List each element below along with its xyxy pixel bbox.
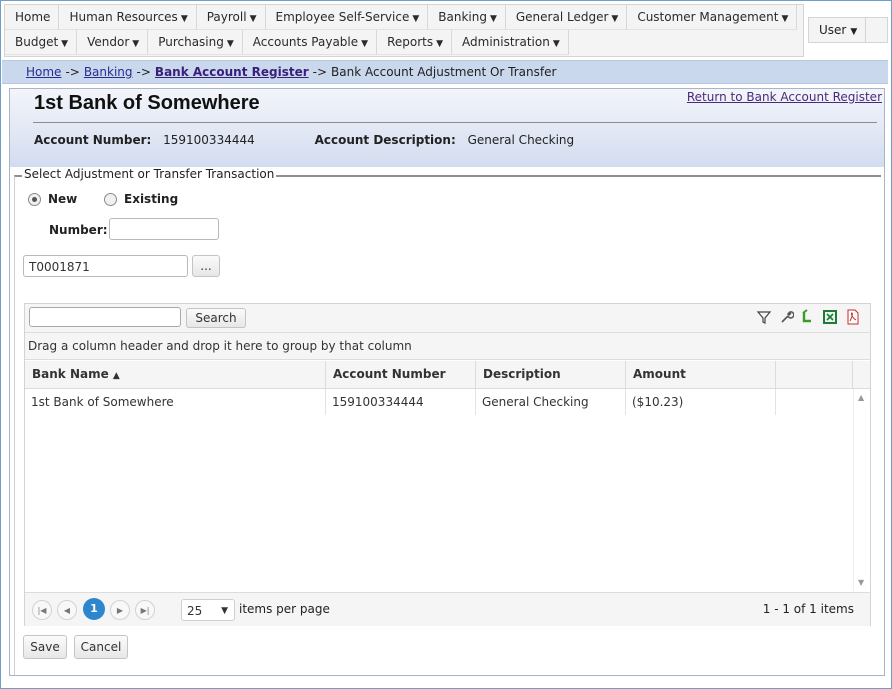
account-number-value: 159100334444 xyxy=(163,133,255,147)
radio-existing-label[interactable]: Existing xyxy=(124,192,178,206)
menu-row-2: Budget ▼ Vendor ▼ Purchasing ▼ Accounts Pay… xyxy=(5,30,569,55)
menu-row-1: Home Human Resources ▼ Payroll ▼ Employee … xyxy=(5,5,798,30)
page-title: 1st Bank of Somewhere xyxy=(34,92,260,114)
column-header-description[interactable]: Description xyxy=(476,361,626,388)
transaction-input[interactable]: T0001871 xyxy=(23,255,188,277)
column-header-amount[interactable]: Amount xyxy=(626,361,776,388)
breadcrumb-banking[interactable]: Banking xyxy=(84,65,133,79)
menu-administration[interactable]: Administration ▼ xyxy=(452,30,569,55)
first-page-icon[interactable]: |◀ xyxy=(32,600,52,620)
chevron-down-icon: ▼ xyxy=(221,606,228,616)
account-info: Account Number: 159100334444 Account Des… xyxy=(34,133,574,147)
refresh-icon[interactable] xyxy=(800,309,816,325)
breadcrumb-separator: -> xyxy=(136,65,151,79)
lookup-button[interactable]: ... xyxy=(192,255,220,277)
grid-search-input[interactable] xyxy=(29,307,181,327)
menu-customer-management[interactable]: Customer Management ▼ xyxy=(627,5,798,30)
account-description-value: General Checking xyxy=(467,133,575,147)
menu-purchasing[interactable]: Purchasing ▼ xyxy=(148,30,243,55)
chevron-down-icon: ▼ xyxy=(226,39,234,49)
radio-new[interactable] xyxy=(28,193,41,206)
excel-icon[interactable] xyxy=(822,309,838,325)
scroll-down-icon[interactable]: ▼ xyxy=(858,578,864,587)
column-header-account-number[interactable]: Account Number xyxy=(326,361,476,388)
breadcrumb-home[interactable]: Home xyxy=(26,65,61,79)
column-header-bank-name[interactable]: Bank Name ▲ xyxy=(25,361,326,388)
menu-home[interactable]: Home xyxy=(5,5,60,30)
user-menu-label[interactable]: User ▼ xyxy=(809,18,867,42)
breadcrumb-separator: -> xyxy=(312,65,328,79)
breadcrumb-bank-account-register[interactable]: Bank Account Register xyxy=(155,65,309,79)
menu-payroll[interactable]: Payroll ▼ xyxy=(196,5,266,30)
grid-pager: |◀ ◀ 1 ▶ ▶| 25 ▼ items per page 1 - 1 of … xyxy=(25,592,870,626)
chevron-down-icon: ▼ xyxy=(412,14,420,24)
cell-amount: ($10.23) xyxy=(626,389,776,415)
sort-ascending-icon: ▲ xyxy=(112,371,120,381)
current-page-button[interactable]: 1 xyxy=(83,598,105,620)
user-menu[interactable]: User ▼ xyxy=(808,17,888,43)
fieldset-legend: Select Adjustment or Transfer Transactio… xyxy=(22,167,277,181)
grid-header: Bank Name ▲ Account Number Description A… xyxy=(25,361,870,389)
menu-reports[interactable]: Reports ▼ xyxy=(377,30,453,55)
radio-existing[interactable] xyxy=(104,193,117,206)
return-to-register-link[interactable]: Return to Bank Account Register xyxy=(687,90,882,104)
menu-budget[interactable]: Budget ▼ xyxy=(5,30,78,55)
chevron-down-icon: ▼ xyxy=(132,39,140,49)
chevron-down-icon: ▼ xyxy=(781,14,789,24)
cell-bank-name: 1st Bank of Somewhere xyxy=(25,389,326,415)
menu-banking[interactable]: Banking ▼ xyxy=(428,5,506,30)
number-input[interactable] xyxy=(109,218,219,240)
menu-general-ledger[interactable]: General Ledger ▼ xyxy=(505,5,628,30)
breadcrumb: Home -> Banking -> Bank Account Register -> Ba… xyxy=(2,60,888,84)
column-header-spacer xyxy=(776,361,853,388)
radio-new-label[interactable]: New xyxy=(48,192,77,206)
pdf-icon[interactable] xyxy=(845,309,861,325)
menu-employee-self-service[interactable]: Employee Self-Service ▼ xyxy=(265,5,429,30)
chevron-down-icon: ▼ xyxy=(850,27,858,37)
chevron-down-icon: ▼ xyxy=(489,14,497,24)
menu-human-resources[interactable]: Human Resources ▼ xyxy=(59,5,197,30)
save-button[interactable]: Save xyxy=(23,635,67,659)
chevron-down-icon: ▼ xyxy=(61,39,69,49)
page-size-label: items per page xyxy=(239,602,330,616)
menu-vendor[interactable]: Vendor ▼ xyxy=(77,30,149,55)
page-size-select[interactable]: 25 ▼ xyxy=(181,599,235,621)
group-by-area[interactable]: Drag a column header and drop it here to… xyxy=(25,333,870,360)
chevron-down-icon: ▼ xyxy=(361,39,369,49)
menu-accounts-payable[interactable]: Accounts Payable ▼ xyxy=(242,30,378,55)
number-label: Number: xyxy=(49,223,108,237)
breadcrumb-separator: -> xyxy=(65,65,80,79)
header-divider xyxy=(33,122,877,123)
filter-icon[interactable] xyxy=(756,309,772,325)
account-number-label: Account Number: xyxy=(34,133,152,147)
account-description-label: Account Description: xyxy=(314,133,456,147)
account-header: 1st Bank of Somewhere Return to Bank Acc… xyxy=(10,89,884,167)
chevron-down-icon: ▼ xyxy=(249,14,257,24)
cancel-button[interactable]: Cancel xyxy=(74,635,128,659)
breadcrumb-current: Bank Account Adjustment Or Transfer xyxy=(331,65,557,79)
chevron-down-icon: ▼ xyxy=(436,39,444,49)
cell-account-number: 159100334444 xyxy=(326,389,476,415)
grid-search-button[interactable]: Search xyxy=(186,308,246,328)
main-menu: Home Human Resources ▼ Payroll ▼ Employee … xyxy=(4,4,804,57)
main-panel: 1st Bank of Somewhere Return to Bank Acc… xyxy=(9,88,885,676)
previous-page-icon[interactable]: ◀ xyxy=(57,600,77,620)
last-page-icon[interactable]: ▶| xyxy=(135,600,155,620)
pager-summary: 1 - 1 of 1 items xyxy=(762,602,854,616)
cell-description: General Checking xyxy=(476,389,626,415)
chevron-down-icon: ▼ xyxy=(611,14,619,24)
bank-grid: Search Drag a column header and drop it … xyxy=(24,303,871,626)
table-row[interactable]: 1st Bank of Somewhere 159100334444 Gener… xyxy=(25,389,853,415)
chevron-down-icon: ▼ xyxy=(552,39,560,49)
wrench-icon[interactable] xyxy=(778,309,794,325)
chevron-down-icon: ▼ xyxy=(180,14,188,24)
scroll-up-icon[interactable]: ▲ xyxy=(858,393,864,402)
grid-toolbar: Search xyxy=(25,304,870,333)
next-page-icon[interactable]: ▶ xyxy=(110,600,130,620)
grid-vertical-scrollbar[interactable]: ▲ ▼ xyxy=(853,389,870,591)
